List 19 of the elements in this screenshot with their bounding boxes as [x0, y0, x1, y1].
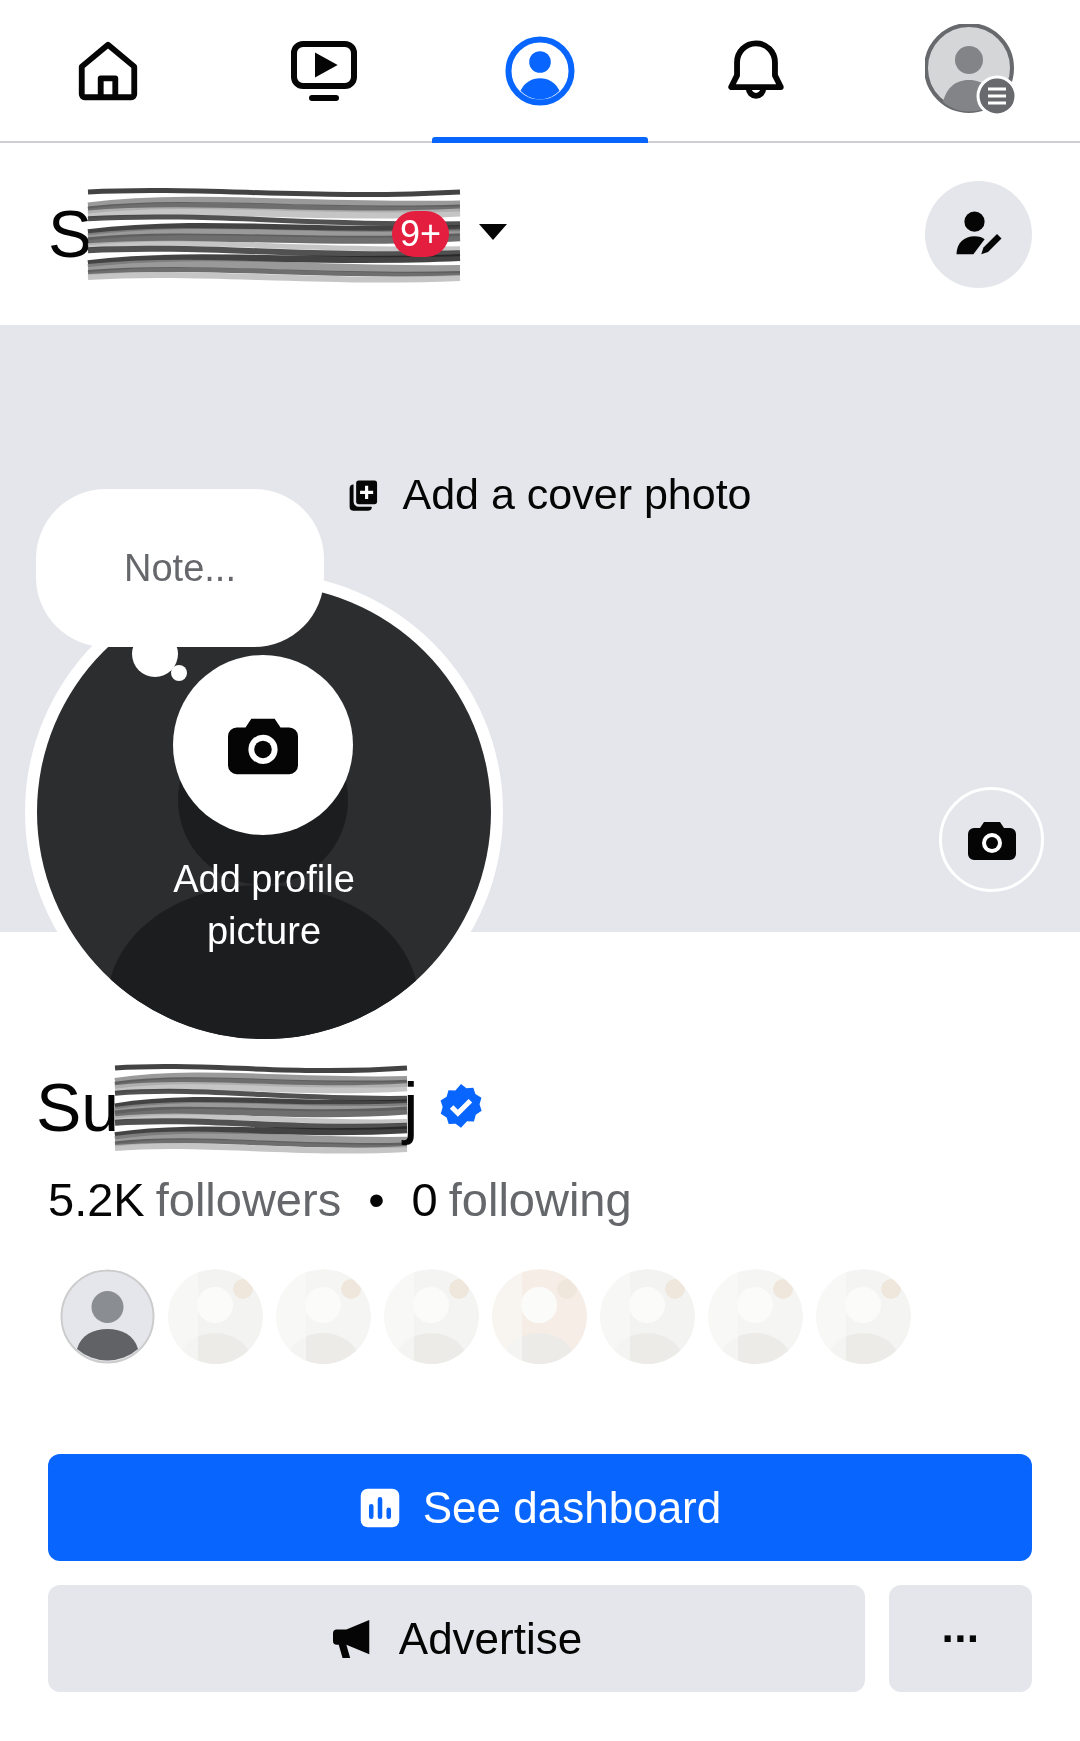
- advertise-button[interactable]: Advertise: [48, 1585, 865, 1692]
- add-cover-photo-link[interactable]: Add a cover photo: [402, 470, 752, 519]
- camera-icon: [967, 819, 1016, 860]
- separator-dot: •: [368, 1172, 385, 1227]
- profile-name: Su: [36, 1068, 120, 1146]
- followers-label: followers: [155, 1172, 342, 1227]
- add-photo-icon: [348, 477, 381, 512]
- more-button[interactable]: ···: [889, 1585, 1032, 1692]
- following-label: following: [448, 1172, 632, 1227]
- chart-icon: [358, 1486, 401, 1529]
- profile-name: S: [48, 196, 93, 272]
- followers-count: 5.2K: [48, 1172, 145, 1227]
- caret-icon[interactable]: [479, 224, 508, 240]
- following-count: 0: [411, 1172, 438, 1227]
- profile-name: j: [403, 1068, 419, 1146]
- profile-icon: [504, 34, 576, 107]
- dashboard-button[interactable]: See dashboard: [48, 1454, 1032, 1561]
- add-profile-picture-label: Add profile picture: [172, 857, 356, 954]
- default-avatar-icon[interactable]: [60, 1269, 155, 1364]
